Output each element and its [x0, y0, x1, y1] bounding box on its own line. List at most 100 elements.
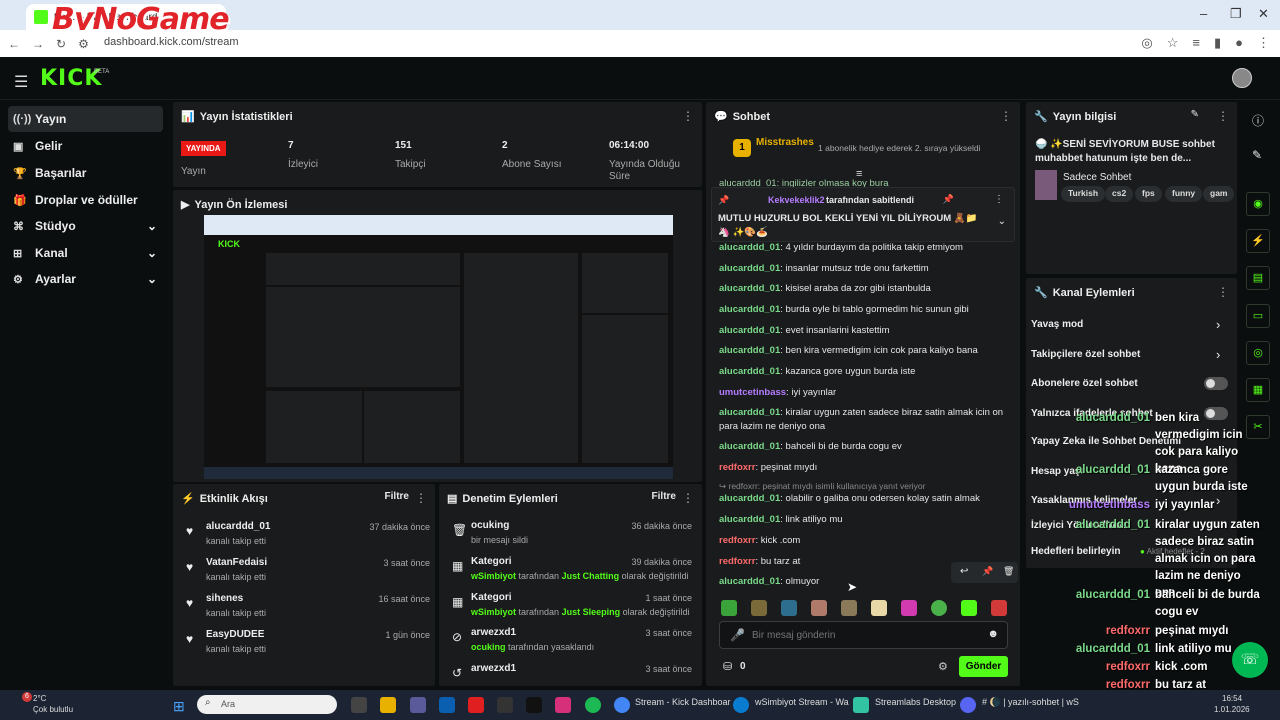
- maximize-icon[interactable]: ❐: [1230, 6, 1242, 22]
- chat-username[interactable]: redfoxrr: [719, 556, 755, 567]
- sidebar-item-studio[interactable]: ⌘ Stüdyo ⌄: [8, 213, 163, 239]
- minimize-icon[interactable]: –: [1200, 6, 1207, 21]
- emote-icon[interactable]: [721, 600, 737, 616]
- panel-menu-icon[interactable]: ⋮: [1000, 109, 1012, 123]
- edit-icon[interactable]: ✎: [1191, 109, 1199, 120]
- pinned-by-user[interactable]: Kekvekeklik2: [768, 195, 825, 205]
- chat-username[interactable]: alucarddd_01: [719, 345, 780, 356]
- browser-menu-icon[interactable]: ⋮: [1257, 35, 1270, 51]
- extension-icon[interactable]: ▮: [1214, 35, 1221, 51]
- chevron-right-icon[interactable]: ›: [1216, 347, 1220, 362]
- set-goals-row[interactable]: Hedefleri belirleyin: [1031, 546, 1120, 557]
- pin-message-icon[interactable]: 📌: [982, 566, 993, 577]
- emote-icon[interactable]: [901, 600, 917, 616]
- edge-icon[interactable]: [733, 697, 749, 713]
- sidebar-item-achievements[interactable]: 🏆 Başarılar: [8, 160, 163, 186]
- followers-only-row[interactable]: Takipçilere özel sohbet: [1031, 349, 1140, 360]
- weather-temp[interactable]: 2°C: [33, 694, 46, 703]
- discord-icon[interactable]: [960, 697, 976, 713]
- emote-icon[interactable]: [931, 600, 947, 616]
- camera-icon[interactable]: ◉: [1246, 192, 1270, 216]
- sidebar-item-revenue[interactable]: ▣ Gelir: [8, 133, 163, 159]
- chevron-right-icon[interactable]: ›: [1216, 317, 1220, 332]
- reply-icon[interactable]: ↩: [960, 566, 968, 577]
- filter-button[interactable]: Filtre: [652, 491, 676, 502]
- emote-icon[interactable]: [811, 600, 827, 616]
- chat-username[interactable]: alucarddd_01: [719, 242, 780, 253]
- subscribers-only-toggle[interactable]: [1204, 377, 1228, 390]
- chat-username[interactable]: alucarddd_01: [719, 304, 780, 315]
- spotify-icon[interactable]: [585, 697, 601, 713]
- category-name[interactable]: Sadece Sohbet: [1063, 172, 1131, 183]
- eye-off-icon[interactable]: ◎: [1141, 35, 1152, 51]
- sidebar-item-settings[interactable]: ⚙ Ayarlar ⌄: [8, 266, 163, 292]
- sidebar-item-stream[interactable]: ((·)) Yayın: [8, 106, 163, 132]
- store-icon[interactable]: [410, 697, 426, 713]
- panel-menu-icon[interactable]: ⋮: [415, 491, 427, 505]
- help-chat-icon[interactable]: ☏: [1232, 642, 1268, 678]
- chevron-down-icon[interactable]: ⌄: [998, 216, 1006, 227]
- bolt-icon[interactable]: ⚡: [1246, 229, 1270, 253]
- emote-icon[interactable]: [871, 600, 887, 616]
- forward-icon[interactable]: →: [32, 37, 44, 51]
- chat-icon[interactable]: ▭: [1246, 304, 1270, 328]
- chat-username[interactable]: alucarddd_01: [719, 325, 780, 336]
- clock-date[interactable]: 1.01.2026: [1214, 705, 1250, 714]
- broadcast-icon[interactable]: ◎: [1246, 341, 1270, 365]
- panel-menu-icon[interactable]: ⋮: [682, 491, 694, 505]
- reading-list-icon[interactable]: ≡: [1192, 35, 1200, 51]
- chat-username[interactable]: alucarddd_01: [719, 407, 780, 418]
- chat-username[interactable]: alucarddd_01: [719, 514, 780, 525]
- emoji-picker-icon[interactable]: ☻: [987, 628, 999, 640]
- layout-icon[interactable]: ▦: [1246, 378, 1270, 402]
- outlook-icon[interactable]: [439, 697, 455, 713]
- unpin-icon[interactable]: 📌: [943, 194, 954, 205]
- sidebar-item-channel[interactable]: ⊞ Kanal ⌄: [8, 240, 163, 266]
- file-explorer-icon[interactable]: [380, 697, 396, 713]
- browser-profile-icon[interactable]: ●: [1235, 35, 1243, 51]
- taskbar-app-chrome[interactable]: Stream - Kick Dashboar: [635, 697, 731, 707]
- address-bar[interactable]: dashboard.kick.com/stream: [104, 36, 239, 48]
- document-icon[interactable]: ▤: [1246, 266, 1270, 290]
- back-icon[interactable]: ←: [8, 37, 20, 51]
- windows-start-icon[interactable]: ⊞: [173, 698, 185, 715]
- pencil-icon[interactable]: ✎: [1252, 148, 1262, 162]
- chat-username[interactable]: alucarddd_01: [719, 283, 780, 294]
- filter-button[interactable]: Filtre: [385, 491, 409, 502]
- weather-desc[interactable]: Çok bulutlu: [33, 705, 73, 714]
- user-avatar[interactable]: [1232, 68, 1252, 88]
- chat-settings-icon[interactable]: ⚙: [938, 660, 948, 673]
- instagram-icon[interactable]: [555, 697, 571, 713]
- chat-username[interactable]: redfoxrr: [719, 535, 755, 546]
- chat-username[interactable]: alucarddd_01: [719, 263, 780, 274]
- panel-menu-icon[interactable]: ⋮: [682, 109, 694, 123]
- slow-mode-row[interactable]: Yavaş mod: [1031, 319, 1083, 330]
- chat-username[interactable]: alucarddd_01: [719, 441, 780, 452]
- taskbar-search[interactable]: ⌕ Ara: [197, 695, 337, 714]
- taskbar-app-streamlabs[interactable]: Streamlabs Desktop: [875, 697, 956, 707]
- chat-username[interactable]: alucarddd_01: [719, 493, 780, 504]
- panel-menu-icon[interactable]: ⋮: [1217, 109, 1229, 123]
- clock-time[interactable]: 16:54: [1222, 694, 1242, 703]
- sidebar-item-drops[interactable]: 🎁 Droplar ve ödüller: [8, 187, 163, 213]
- emote-icon[interactable]: [961, 600, 977, 616]
- emote-icon[interactable]: [841, 600, 857, 616]
- bookmark-star-icon[interactable]: ☆: [1167, 35, 1179, 51]
- site-settings-icon[interactable]: ⚙: [78, 37, 89, 51]
- chrome-icon[interactable]: [614, 697, 630, 713]
- reload-icon[interactable]: ↻: [56, 37, 66, 51]
- chat-username[interactable]: redfoxrr: [719, 462, 755, 473]
- hamburger-menu-icon[interactable]: ☰: [14, 72, 28, 92]
- delete-message-icon[interactable]: 🗑: [1003, 566, 1014, 577]
- tiktok-icon[interactable]: [526, 697, 542, 713]
- capcut-icon[interactable]: [497, 697, 513, 713]
- channel-points-count[interactable]: 0: [740, 661, 746, 672]
- emote-icon[interactable]: [751, 600, 767, 616]
- info-icon[interactable]: ⓘ: [1252, 112, 1264, 129]
- taskbar-app-edge[interactable]: wSimbiyot Stream - Wa: [755, 697, 849, 707]
- chat-username[interactable]: umutcetinbass: [719, 387, 786, 398]
- chat-username[interactable]: alucarddd_01: [719, 576, 780, 587]
- task-view-icon[interactable]: [351, 697, 367, 713]
- pin-menu-icon[interactable]: ⋮: [994, 194, 1004, 205]
- panel-menu-icon[interactable]: ⋮: [1217, 285, 1229, 299]
